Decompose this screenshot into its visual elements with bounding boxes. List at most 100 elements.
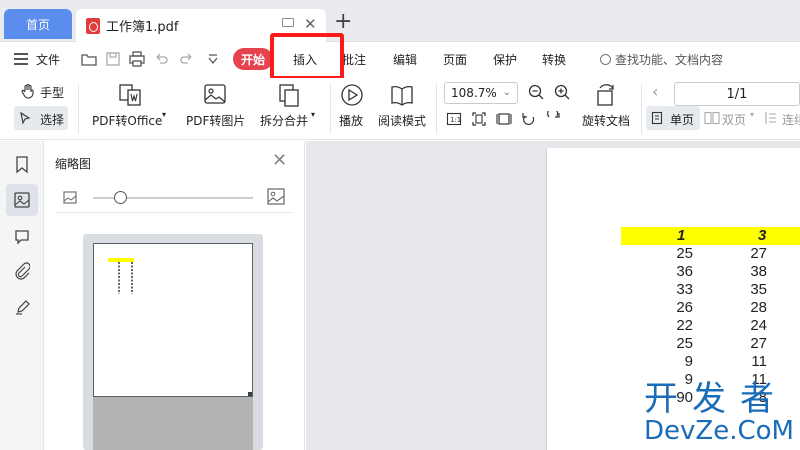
continuous-label[interactable]: 连续 (782, 111, 800, 128)
thumbnail-column (118, 262, 120, 294)
table-cell: 22 (676, 317, 693, 334)
table-cell: 35 (750, 281, 767, 298)
table-cell: 9 (684, 353, 693, 370)
zoom-in-icon[interactable] (553, 83, 571, 101)
fit-width-icon[interactable] (496, 111, 512, 127)
read-mode-label[interactable]: 阅读模式 (378, 112, 426, 129)
zoom-select[interactable]: 108.7% ⌄ (444, 82, 518, 104)
play-label[interactable]: 播放 (339, 112, 363, 129)
rotate-right-icon[interactable] (545, 111, 561, 127)
menu-tab-protect[interactable]: 保护 (493, 51, 517, 68)
hamburger-menu-icon[interactable] (14, 53, 28, 68)
thumbnail-panel: 缩略图 ✕ (45, 141, 305, 450)
dropdown-caret-icon[interactable]: ▾ (750, 110, 754, 119)
search-placeholder: 查找功能、文档内容 (615, 53, 724, 67)
read-mode-icon[interactable] (389, 82, 415, 108)
actual-size-icon[interactable]: 1:1 (446, 111, 462, 127)
table-cell: 11 (751, 353, 767, 370)
comment-button[interactable] (6, 221, 38, 253)
pdf-to-image-label[interactable]: PDF转图片 (186, 112, 245, 129)
large-image-icon[interactable] (267, 188, 285, 205)
dropdown-caret-icon[interactable]: ▾ (162, 110, 166, 119)
document-tab-title: 工作簿1.pdf (106, 20, 179, 35)
menu-tab-page[interactable]: 页面 (443, 51, 467, 68)
thumbnail-corner-mark (248, 392, 252, 396)
pdf-to-office-icon[interactable] (117, 82, 143, 108)
pdf-to-office-label[interactable]: PDF转Office (92, 112, 162, 129)
zoom-value: 108.7% (451, 86, 497, 100)
rotate-left-icon[interactable] (521, 111, 537, 127)
split-merge-label[interactable]: 拆分合并 (260, 112, 308, 129)
table-header-band (621, 227, 800, 245)
table-header-col1: 1 (677, 227, 686, 244)
menu-tab-convert[interactable]: 转换 (542, 51, 566, 68)
watermark-en: DevZe.CoM (644, 416, 794, 446)
page-number-input[interactable]: 1/1 (674, 82, 800, 106)
page-thumbnail[interactable] (83, 234, 263, 450)
single-page-label: 单页 (670, 113, 695, 127)
monitor-icon[interactable] (282, 18, 294, 27)
thumbnail-column (131, 262, 133, 294)
pdf-to-image-icon[interactable] (202, 82, 228, 108)
divider (55, 212, 293, 213)
save-icon[interactable] (104, 50, 122, 68)
rotate-document-label[interactable]: 旋转文档 (582, 112, 630, 129)
table-cell: 27 (750, 335, 767, 352)
tab-home[interactable]: 首页 (4, 9, 72, 39)
separator (330, 84, 331, 134)
table-cell: 36 (676, 263, 693, 280)
hand-tool-label[interactable]: 手型 (40, 84, 64, 101)
panel-title: 缩略图 (55, 157, 92, 171)
print-icon[interactable] (128, 50, 146, 68)
close-panel-icon[interactable]: ✕ (272, 150, 287, 171)
more-dropdown-icon[interactable] (204, 50, 222, 68)
pdf-file-icon (86, 17, 100, 34)
separator (641, 84, 642, 134)
hand-tool-icon[interactable] (20, 83, 36, 99)
tab-bar: 首页 工作簿1.pdf ✕ + (0, 0, 800, 42)
rotate-document-icon[interactable] (592, 82, 618, 108)
double-page-icon[interactable] (704, 111, 720, 125)
bookmark-button[interactable] (6, 149, 38, 181)
close-tab-icon[interactable]: ✕ (304, 15, 317, 33)
continuous-icon[interactable] (764, 111, 778, 125)
small-image-icon[interactable] (63, 191, 77, 204)
tab-home-label: 首页 (25, 17, 50, 32)
zoom-out-icon[interactable] (527, 83, 545, 101)
open-folder-icon[interactable] (80, 50, 98, 68)
search-box[interactable]: 查找功能、文档内容 (600, 51, 723, 68)
menu-file[interactable]: 文件 (36, 51, 60, 68)
new-tab-button[interactable]: + (334, 11, 352, 33)
prev-page-icon[interactable]: ‹ (652, 82, 658, 101)
table-header-col2: 3 (758, 227, 767, 244)
undo-icon[interactable] (152, 50, 170, 68)
paperclip-icon (15, 262, 30, 280)
double-page-label[interactable]: 双页 (722, 111, 746, 128)
menu-bar: 文件 开始 插入 批注 编辑 页面 保护 转换 查找功能、文档内容 (0, 42, 800, 78)
thumbnail-page (93, 243, 253, 397)
separator (78, 84, 79, 134)
menu-tab-edit[interactable]: 编辑 (393, 51, 417, 68)
table-cell: 33 (676, 281, 693, 298)
cursor-icon (20, 111, 31, 125)
table-cell: 24 (750, 317, 767, 334)
thumbnail-icon (14, 192, 30, 208)
play-icon[interactable] (339, 82, 365, 108)
separator (436, 84, 437, 134)
bookmark-icon (16, 156, 28, 174)
table-cell: 27 (750, 245, 767, 262)
select-tool-label: 选择 (40, 113, 65, 127)
redo-icon[interactable] (178, 50, 196, 68)
dropdown-caret-icon[interactable]: ▾ (311, 110, 315, 119)
signature-button[interactable] (6, 291, 38, 323)
menu-tab-start[interactable]: 开始 (233, 48, 273, 70)
chevron-down-icon: ⌄ (502, 87, 511, 98)
watermark: 开发者 DevZe.CoM (644, 382, 800, 450)
slider-knob[interactable] (114, 191, 127, 204)
menu-tab-comment[interactable]: 批注 (342, 51, 366, 68)
fit-page-icon[interactable] (471, 111, 487, 127)
attachment-button[interactable] (6, 255, 38, 287)
split-merge-icon[interactable] (276, 82, 302, 108)
pen-sign-icon (16, 300, 30, 315)
thumbnail-button[interactable] (6, 184, 38, 216)
